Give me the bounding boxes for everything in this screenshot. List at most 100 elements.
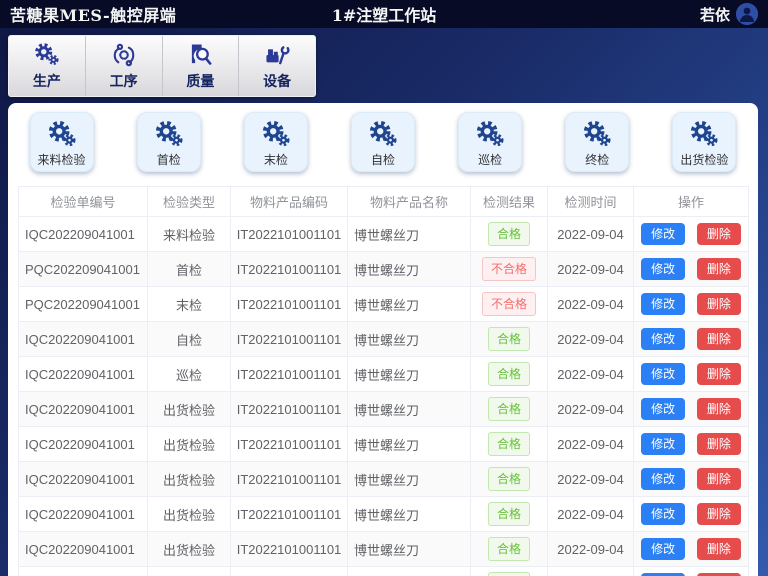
tab-process[interactable]: 工序 [86, 36, 163, 96]
inspection-type: 首检 [148, 252, 231, 287]
edit-button[interactable]: 修改 [641, 433, 685, 455]
table-row: IQC202209041001 出货检验 IT2022101001101 博世螺… [19, 497, 749, 532]
inspection-button-4[interactable]: 自检 [351, 112, 415, 172]
table-row: IQC202209041001 出货检验 IT2022101001101 博世螺… [19, 462, 749, 497]
product-name: 博世螺丝刀 [348, 392, 471, 427]
tab-label: 质量 [186, 71, 214, 91]
inspection-button-label: 末检 [264, 151, 288, 168]
result-badge: 合格 [488, 432, 530, 456]
inspection-button-3[interactable]: 末检 [244, 112, 308, 172]
result-badge: 合格 [488, 467, 530, 491]
inspection-order-no: IQC202209041001 [19, 462, 148, 497]
result-badge: 合格 [488, 572, 530, 576]
result-cell: 不合格 [471, 252, 548, 287]
edit-button[interactable]: 修改 [641, 223, 685, 245]
inspection-button-7[interactable]: 出货检验 [672, 112, 736, 172]
inspection-button-6[interactable]: 终检 [565, 112, 629, 172]
product-name: 博世螺丝刀 [348, 217, 471, 252]
table-row: IQC202209041001 自检 IT2022101001101 博世螺丝刀… [19, 322, 749, 357]
inspection-order-no: PQC202209041001 [19, 287, 148, 322]
product-name: 博世螺丝刀 [348, 497, 471, 532]
inspection-cell: 巡检 [437, 112, 544, 184]
actions-cell: 修改 删除 [634, 427, 749, 462]
edit-button[interactable]: 修改 [641, 398, 685, 420]
tab-equipment[interactable]: 设备 [239, 36, 315, 96]
product-code: IT2022101001101 [231, 567, 348, 576]
product-name: 博世螺丝刀 [348, 427, 471, 462]
user-menu[interactable]: 若依 [509, 3, 758, 25]
gears-icon [34, 42, 60, 68]
edit-button[interactable]: 修改 [641, 503, 685, 525]
app-title: 苦糖果MES-触控屏端 [10, 2, 259, 26]
inspection-type: 出货检验 [148, 427, 231, 462]
inspection-button-label: 来料检验 [38, 151, 86, 168]
delete-button[interactable]: 删除 [697, 468, 741, 490]
inspection-button-5[interactable]: 巡检 [458, 112, 522, 172]
inspection-order-no: IQC202209041001 [19, 357, 148, 392]
edit-button[interactable]: 修改 [641, 258, 685, 280]
table-row: PQC202209041001 首检 IT2022101001101 博世螺丝刀… [19, 252, 749, 287]
user-icon [736, 3, 758, 25]
inspection-cell: 自检 [329, 112, 436, 184]
delete-button[interactable]: 删除 [697, 398, 741, 420]
inspection-button-2[interactable]: 首检 [137, 112, 201, 172]
result-badge: 不合格 [482, 257, 536, 281]
delete-button[interactable]: 删除 [697, 328, 741, 350]
gears-icon [47, 120, 77, 150]
inspection-type: 巡检 [148, 357, 231, 392]
delete-button[interactable]: 删除 [697, 258, 741, 280]
product-name: 博世螺丝刀 [348, 322, 471, 357]
product-name: 博世螺丝刀 [348, 462, 471, 497]
inspection-button-1[interactable]: 来料检验 [30, 112, 94, 172]
table-body: IQC202209041001 来料检验 IT2022101001101 博世螺… [19, 217, 749, 576]
product-name: 博世螺丝刀 [348, 532, 471, 567]
screen: 苦糖果MES-触控屏端 1#注塑工作站 若依 [0, 0, 768, 576]
table-row: PQC202209041001 末检 IT2022101001101 博世螺丝刀… [19, 287, 749, 322]
inspection-button-label: 出货检验 [680, 151, 728, 168]
inspection-type: 自检 [148, 322, 231, 357]
result-badge: 不合格 [482, 292, 536, 316]
inspection-type: 来料检验 [148, 217, 231, 252]
result-cell: 合格 [471, 462, 548, 497]
edit-button[interactable]: 修改 [641, 468, 685, 490]
inspection-button-label: 自检 [371, 151, 395, 168]
inspection-date: 2022-09-04 [548, 392, 634, 427]
result-badge: 合格 [488, 397, 530, 421]
inspection-cell: 末检 [222, 112, 329, 184]
delete-button[interactable]: 删除 [697, 293, 741, 315]
delete-button[interactable]: 删除 [697, 223, 741, 245]
edit-button[interactable]: 修改 [641, 328, 685, 350]
inspection-cell: 来料检验 [8, 112, 115, 184]
tab-quality[interactable]: 质量 [163, 36, 240, 96]
product-code: IT2022101001101 [231, 497, 348, 532]
inspection-order-no: IQC202209041001 [19, 497, 148, 532]
result-cell: 合格 [471, 532, 548, 567]
actions-cell: 修改 删除 [634, 252, 749, 287]
topbar: 苦糖果MES-触控屏端 1#注塑工作站 若依 [0, 0, 768, 28]
inspection-date: 2022-09-04 [548, 252, 634, 287]
inspection-date: 2022-09-04 [548, 462, 634, 497]
table-row: IQC202209041001 来料检验 IT2022101001101 博世螺… [19, 217, 749, 252]
delete-button[interactable]: 删除 [697, 363, 741, 385]
actions-cell: 修改 删除 [634, 497, 749, 532]
product-code: IT2022101001101 [231, 392, 348, 427]
table-row: IQC202209041001 出货检验 IT2022101001101 博世螺… [19, 427, 749, 462]
delete-button[interactable]: 删除 [697, 433, 741, 455]
inspection-order-no: IQC202209041001 [19, 217, 148, 252]
gears-icon [261, 120, 291, 150]
tab-production[interactable]: 生产 [9, 36, 86, 96]
actions-cell: 修改 删除 [634, 567, 749, 576]
edit-button[interactable]: 修改 [641, 363, 685, 385]
inspection-button-row: 来料检验 首检 末检 [8, 112, 758, 184]
result-badge: 合格 [488, 327, 530, 351]
inspection-order-no: PQC202209041001 [19, 252, 148, 287]
station-title: 1#注塑工作站 [259, 2, 508, 26]
result-badge: 合格 [488, 362, 530, 386]
avatar[interactable] [736, 3, 758, 25]
edit-button[interactable]: 修改 [641, 293, 685, 315]
inspection-order-no: IQC202209041001 [19, 567, 148, 576]
delete-button[interactable]: 删除 [697, 538, 741, 560]
delete-button[interactable]: 删除 [697, 503, 741, 525]
product-code: IT2022101001101 [231, 427, 348, 462]
edit-button[interactable]: 修改 [641, 538, 685, 560]
